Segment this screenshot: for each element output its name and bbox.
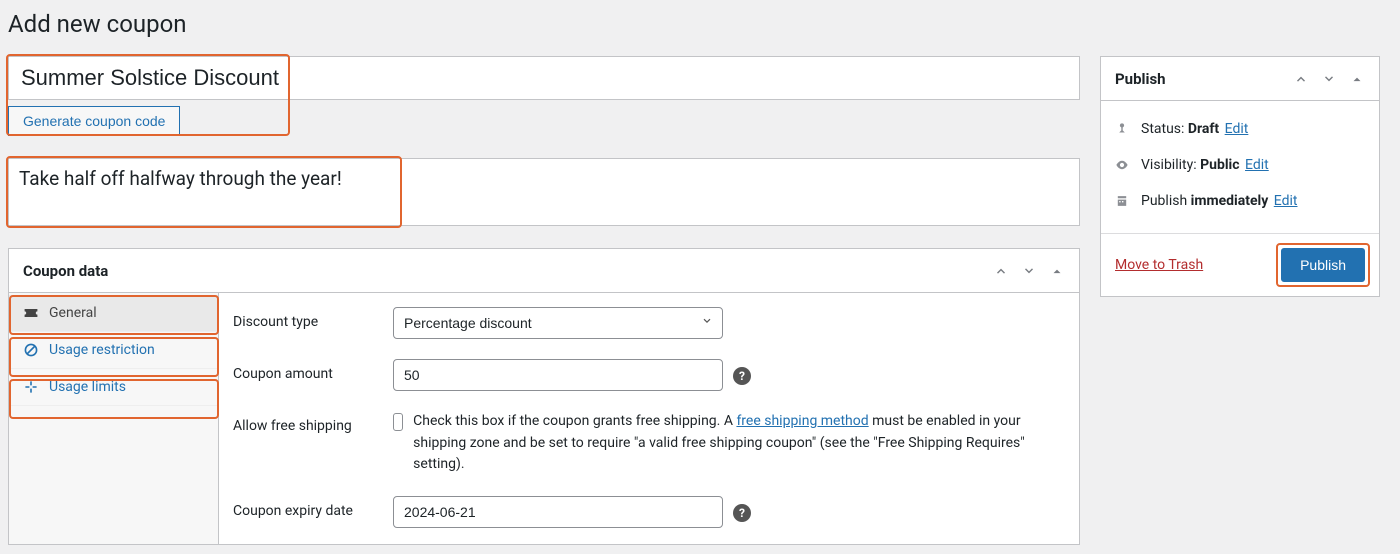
tab-usage-limits[interactable]: Usage limits [9,369,218,406]
field-free-shipping: Allow free shipping Check this box if th… [233,411,1065,476]
help-icon[interactable]: ? [733,367,751,385]
free-shipping-description: Check this box if the coupon grants free… [413,411,1065,476]
panel-move-down-button[interactable] [1317,67,1341,91]
blocked-icon [23,342,39,358]
help-icon[interactable]: ? [733,504,751,522]
expiry-date-label: Coupon expiry date [233,496,393,519]
content-wrap: Generate coupon code Take half off halfw… [8,56,1380,545]
title-group: Generate coupon code [8,56,1080,136]
expiry-date-input[interactable] [393,496,723,528]
coupon-amount-input[interactable] [393,359,723,391]
move-to-trash-link[interactable]: Move to Trash [1115,257,1203,273]
sidebar-column: Publish [1100,56,1380,297]
discount-type-select[interactable]: Percentage discount [393,307,723,339]
publish-header: Publish [1101,57,1379,101]
panel-move-up-button[interactable] [1289,67,1313,91]
publish-visibility-row: Visibility: Public Edit [1115,147,1365,183]
publish-title: Publish [1115,70,1166,88]
coupon-data-header: Coupon data [9,249,1079,293]
coupon-data-body: General Usage restriction Usage limits [9,293,1079,544]
edit-status-link[interactable]: Edit [1225,121,1249,137]
publish-button[interactable]: Publish [1281,248,1365,282]
coupon-title-input[interactable] [8,56,1080,100]
page-title: Add new coupon [8,10,1380,38]
publish-schedule-row: Publish immediately Edit [1115,183,1365,219]
main-column: Generate coupon code Take half off halfw… [8,56,1080,545]
panel-header-buttons [989,259,1069,283]
publish-actions: Move to Trash Publish [1101,233,1379,296]
panel-move-up-button[interactable] [989,259,1013,283]
collapse-icon [23,379,39,395]
publish-body: Status: Draft Edit Visibility: Public Ed… [1101,101,1379,233]
free-shipping-method-link[interactable]: free shipping method [736,413,868,429]
coupon-description-input[interactable]: Take half off halfway through the year! [8,158,1080,226]
edit-visibility-link[interactable]: Edit [1245,157,1269,173]
eye-icon [1115,158,1131,172]
publish-panel: Publish [1100,56,1380,297]
field-expiry-date: Coupon expiry date ? [233,496,1065,528]
tab-label: General [49,305,97,321]
panel-move-down-button[interactable] [1017,259,1041,283]
calendar-icon [1115,194,1131,208]
coupon-data-panel: Coupon data [8,248,1080,545]
coupon-data-tabs: General Usage restriction Usage limits [9,293,219,544]
description-group: Take half off halfway through the year! [8,158,1080,230]
publish-status-row: Status: Draft Edit [1115,111,1365,147]
tab-general[interactable]: General [9,295,218,332]
generate-coupon-code-button[interactable]: Generate coupon code [8,106,180,136]
discount-type-label: Discount type [233,307,393,330]
coupon-amount-label: Coupon amount [233,359,393,382]
panel-header-buttons [1289,67,1369,91]
free-shipping-checkbox[interactable] [393,413,403,431]
field-discount-type: Discount type Percentage discount [233,307,1065,339]
panel-toggle-button[interactable] [1045,259,1069,283]
edit-schedule-link[interactable]: Edit [1274,193,1298,209]
pin-icon [1115,122,1131,136]
field-coupon-amount: Coupon amount ? [233,359,1065,391]
ticket-icon [23,305,39,321]
tab-usage-restriction[interactable]: Usage restriction [9,332,218,369]
coupon-data-title: Coupon data [23,262,108,280]
coupon-data-fields: Discount type Percentage discount [219,293,1079,544]
free-shipping-label: Allow free shipping [233,411,393,434]
tab-label: Usage restriction [49,342,155,358]
tab-label: Usage limits [49,379,126,395]
panel-toggle-button[interactable] [1345,67,1369,91]
